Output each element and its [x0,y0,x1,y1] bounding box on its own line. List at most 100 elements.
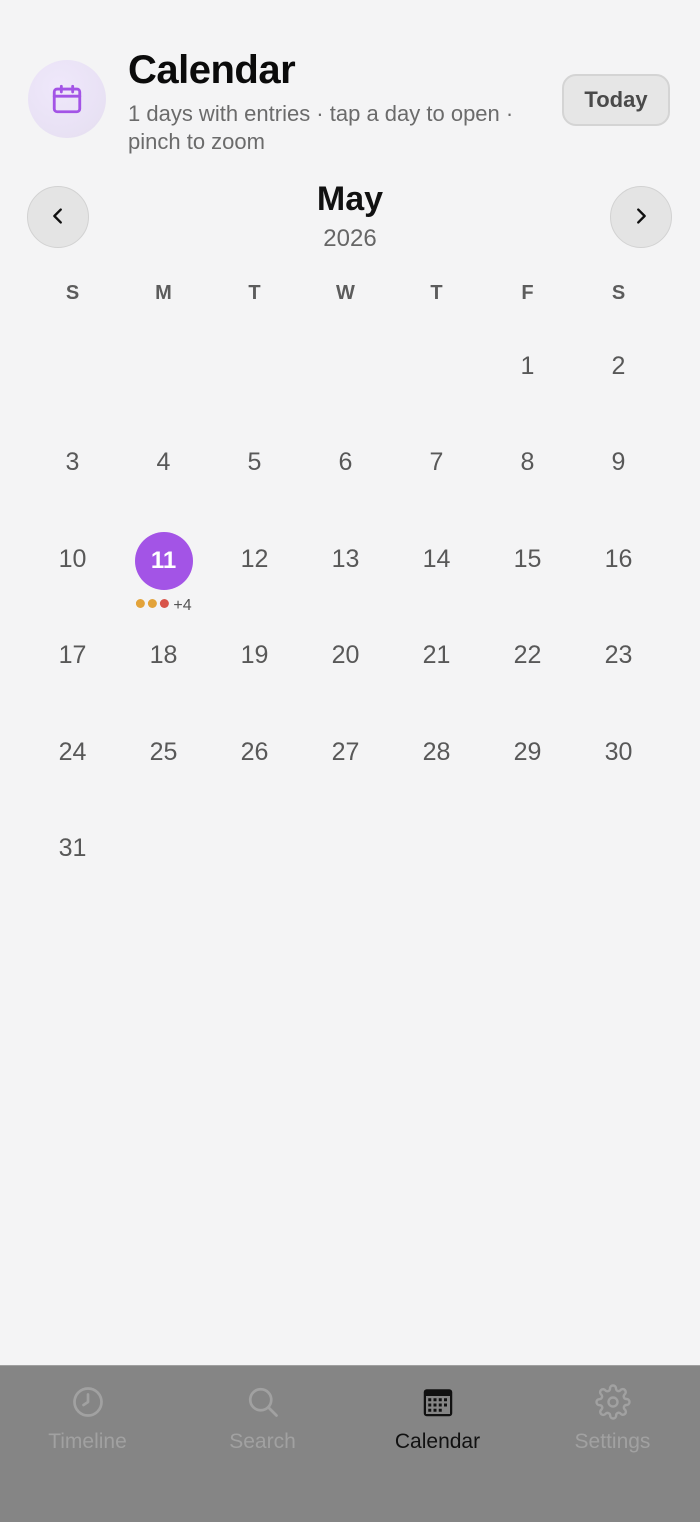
day-cell[interactable]: 25 [118,704,209,801]
day-number: 11 [150,547,177,574]
weekday-label: W [336,282,355,304]
day-cell[interactable]: 17 [27,608,118,705]
empty-cell [118,318,209,415]
day-number: 21 [422,641,451,670]
header: Calendar 1 days with entries · tap a day… [0,0,700,170]
page-title: Calendar [128,48,296,92]
weekday-label: F [521,282,534,304]
entry-dot [147,598,157,608]
day-cell[interactable]: 10 [27,511,118,608]
day-number: 20 [331,641,360,670]
day-number: 5 [247,448,262,477]
empty-cell [391,318,482,415]
day-number: 9 [611,448,626,477]
day-number: 23 [604,641,633,670]
day-number: 29 [513,737,542,766]
day-cell[interactable]: 23 [573,608,664,705]
year-label: 2026 [323,225,377,252]
day-cell[interactable]: 7 [391,415,482,512]
today-button[interactable]: Today [562,74,670,126]
day-cell[interactable]: 29 [482,704,573,801]
day-number: 15 [513,544,542,573]
day-number: 27 [331,737,360,766]
day-number: 19 [240,641,269,670]
day-cell[interactable]: 15 [482,511,573,608]
day-number: 6 [338,448,353,477]
entry-dot [159,598,169,608]
tab-calendar[interactable]: Calendar [350,1366,525,1466]
day-number: 4 [156,448,171,477]
day-number: 3 [65,448,80,477]
day-cell[interactable]: 21 [391,608,482,705]
day-number: 30 [604,737,633,766]
day-number: 31 [58,834,87,863]
calendar-icon [28,60,106,138]
page-subtitle: 1 days with entries · tap a day to open … [128,101,514,154]
weekday-label: M [155,282,172,304]
day-number: 17 [58,641,87,670]
day-cell[interactable]: 4 [118,415,209,512]
day-number: 7 [429,448,444,477]
month-label: May [316,180,384,218]
day-cell[interactable]: 18 [118,608,209,705]
day-cell[interactable]: 16 [573,511,664,608]
day-number: 2 [611,351,626,380]
day-cell-selected[interactable]: 11 +4 [118,511,209,610]
day-number: 8 [520,448,535,477]
tab-label: Search [229,1430,296,1453]
day-cell[interactable]: 13 [300,511,391,608]
entry-dot [135,598,145,608]
weekday-label: T [248,282,261,304]
day-number: 24 [58,737,87,766]
day-number: 1 [520,351,535,380]
bottom-tab-bar: Timeline Search Calendar Settings [0,1365,700,1522]
gear-icon [594,1384,631,1420]
tab-settings[interactable]: Settings [525,1366,700,1466]
day-cell[interactable]: 24 [27,704,118,801]
search-icon [245,1384,281,1420]
day-cell[interactable]: 20 [300,608,391,705]
day-cell[interactable]: 27 [300,704,391,801]
calendar-grid-icon [420,1384,456,1420]
tab-timeline[interactable]: Timeline [0,1366,175,1466]
next-month-button[interactable] [610,186,672,248]
day-number: 12 [240,544,269,573]
empty-cell [27,318,118,415]
day-cell[interactable]: 3 [27,415,118,512]
day-cell[interactable]: 12 [209,511,300,608]
tab-label: Settings [574,1430,651,1453]
tab-label: Calendar [394,1430,481,1453]
day-cell[interactable]: 30 [573,704,664,801]
day-cell[interactable]: 1 [482,318,573,415]
day-cell[interactable]: 26 [209,704,300,801]
tab-label: Timeline [48,1430,127,1453]
day-number: 22 [513,641,542,670]
day-cell[interactable]: 8 [482,415,573,512]
empty-cell [300,318,391,415]
day-cell[interactable]: 5 [209,415,300,512]
day-cell[interactable]: 31 [27,801,118,898]
day-cell[interactable]: 14 [391,511,482,608]
weekday-label: T [430,282,443,304]
day-cell[interactable]: 19 [209,608,300,705]
calendar-grid: 1 2 3 4 5 6 7 8 9 10 11 +4 12 13 14 15 1… [27,318,664,897]
day-number: 10 [58,544,87,573]
day-number: 25 [149,737,178,766]
selected-day-indicator: 11 [134,532,193,590]
chevron-right-icon [630,205,652,230]
day-number: 18 [149,641,178,670]
day-number: 28 [422,737,451,766]
day-number: 26 [240,737,269,766]
day-cell[interactable]: 22 [482,608,573,705]
weekday-header: S M T W T F S [27,282,664,305]
day-number: 13 [331,544,360,573]
clock-icon [70,1384,106,1420]
empty-cell [209,318,300,415]
day-number: 16 [604,544,633,573]
day-cell[interactable]: 28 [391,704,482,801]
day-cell[interactable]: 2 [573,318,664,415]
tab-search[interactable]: Search [175,1366,350,1466]
weekday-label: S [65,282,80,304]
day-cell[interactable]: 6 [300,415,391,512]
day-cell[interactable]: 9 [573,415,664,512]
